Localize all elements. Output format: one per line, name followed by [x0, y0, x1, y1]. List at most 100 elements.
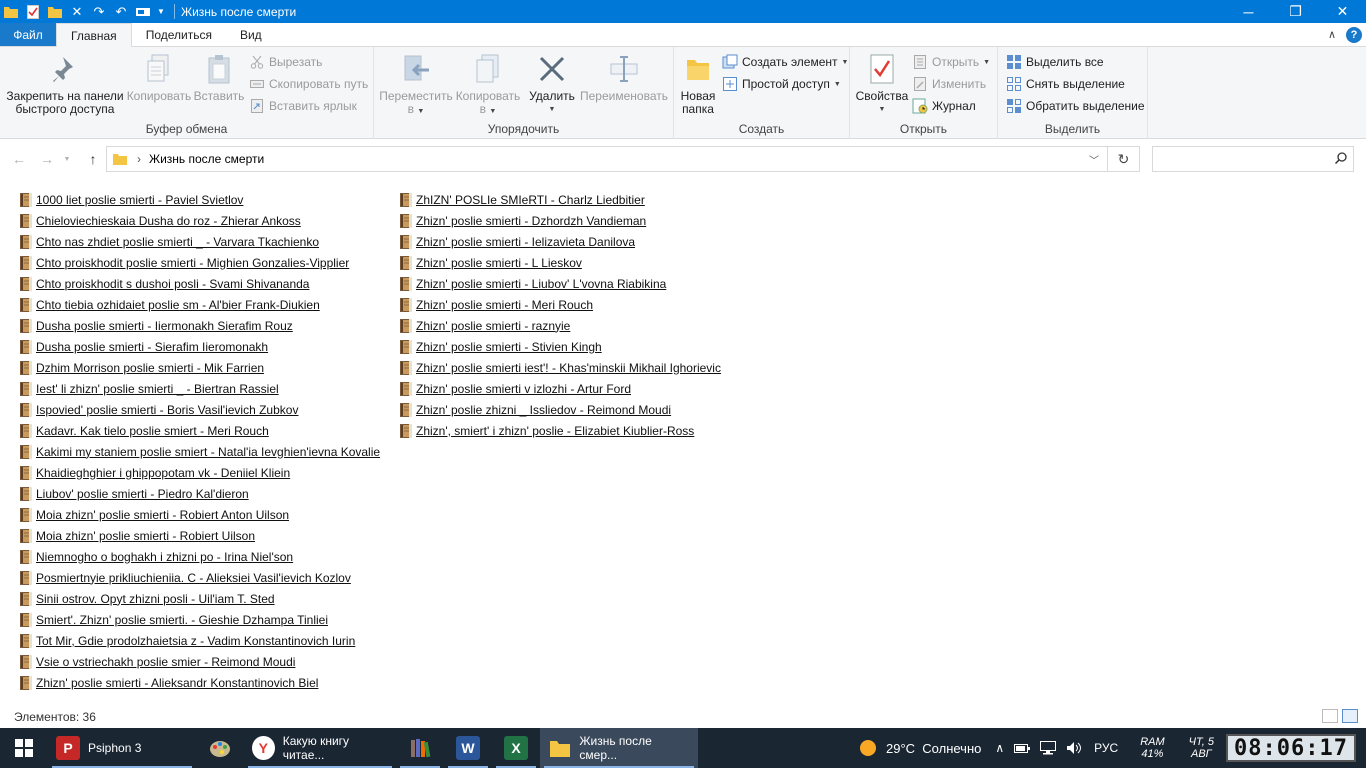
open-button[interactable]: Открыть ▼	[912, 53, 990, 71]
file-item[interactable]: Posmiertnyie prikliuchieniia. C - Alieks…	[18, 567, 380, 588]
file-name[interactable]: Zhizn' poslie smierti - Meri Rouch	[416, 298, 593, 312]
file-name[interactable]: Iest' li zhizn' poslie smierti _ - Biert…	[36, 382, 279, 396]
file-item[interactable]: 1000 liet poslie smierti - Paviel Svietl…	[18, 189, 380, 210]
easy-access-button[interactable]: Простой доступ ▼	[722, 75, 841, 93]
file-item[interactable]: Zhizn' poslie smierti - Stivien Kingh	[398, 336, 721, 357]
file-item[interactable]: Chto proiskhodit poslie smierti - Mighie…	[18, 252, 380, 273]
restore-button[interactable]: ❐	[1272, 0, 1319, 23]
file-item[interactable]: Niemnogho o boghakh i zhizni po - Irina …	[18, 546, 380, 567]
file-item[interactable]: Zhizn' poslie smierti - Meri Rouch	[398, 294, 721, 315]
file-name[interactable]: Khaidieghghier i ghippopotam vk - Deniie…	[36, 466, 290, 480]
file-name[interactable]: Tot Mir, Gdie prodolzhaietsia z - Vadim …	[36, 634, 355, 648]
file-item[interactable]: Iest' li zhizn' poslie smierti _ - Biert…	[18, 378, 380, 399]
properties-icon[interactable]	[22, 0, 44, 23]
weather-widget[interactable]: 29°C Солнечно	[858, 738, 981, 758]
paste-button[interactable]: Вставить	[192, 53, 246, 103]
file-name[interactable]: Posmiertnyie prikliuchieniia. C - Alieks…	[36, 571, 351, 585]
file-name[interactable]: Chto tiebia ozhidaiet poslie sm - Al'bie…	[36, 298, 320, 312]
edit-button[interactable]: Изменить	[912, 75, 986, 93]
file-item[interactable]: Ispovied' poslie smierti - Boris Vasil'i…	[18, 399, 380, 420]
file-item[interactable]: Dzhim Morrison poslie smierti - Mik Farr…	[18, 357, 380, 378]
large-icons-view-icon[interactable]	[1342, 709, 1358, 723]
file-name[interactable]: Zhizn' poslie smierti - Dzhordzh Vandiem…	[416, 214, 646, 228]
redo-icon[interactable]: ↷	[88, 0, 110, 23]
file-item[interactable]: Vsie o vstriechakh poslie smier - Reimon…	[18, 651, 380, 672]
file-item[interactable]: Zhizn' poslie smierti - Ielizavieta Dani…	[398, 231, 721, 252]
rename-button[interactable]: Переименовать	[578, 53, 670, 103]
file-name[interactable]: Zhizn' poslie smierti - Alieksandr Konst…	[36, 676, 318, 690]
file-item[interactable]: Zhizn' poslie smierti v izlozhi - Artur …	[398, 378, 721, 399]
new-folder-button[interactable]: Новая папка	[678, 53, 718, 116]
tab-file[interactable]: Файл	[0, 23, 56, 46]
file-item[interactable]: Tot Mir, Gdie prodolzhaietsia z - Vadim …	[18, 630, 380, 651]
up-arrow-icon[interactable]: ↑	[84, 151, 102, 167]
file-name[interactable]: Chieloviechieskaia Dusha do roz - Zhiera…	[36, 214, 301, 228]
taskbar-yandex[interactable]: Y Какую книгу читае...	[244, 728, 396, 768]
file-name[interactable]: Zhizn' poslie smierti v izlozhi - Artur …	[416, 382, 631, 396]
collapse-ribbon-chevron-icon[interactable]: ∧	[1324, 27, 1340, 43]
digital-clock[interactable]: 08:06:17	[1226, 734, 1356, 762]
file-name[interactable]: Niemnogho o boghakh i zhizni po - Irina …	[36, 550, 293, 564]
file-item[interactable]: Khaidieghghier i ghippopotam vk - Deniie…	[18, 462, 380, 483]
file-item[interactable]: Chto proiskhodit s dushoi posli - Svami …	[18, 273, 380, 294]
select-all-button[interactable]: Выделить все	[1006, 53, 1104, 71]
select-none-button[interactable]: Снять выделение	[1006, 75, 1125, 93]
delete-button[interactable]: Удалить ▼	[528, 53, 576, 116]
address-history-chevron-icon[interactable]: ﹀	[1089, 152, 1099, 167]
file-name[interactable]: Smiert'. Zhizn' poslie smierti. - Gieshi…	[36, 613, 328, 627]
file-name[interactable]: Zhizn' poslie smierti iest'! - Khas'mins…	[416, 361, 721, 375]
file-name[interactable]: Chto proiskhodit poslie smierti - Mighie…	[36, 256, 349, 270]
customize-qat-chevron-icon[interactable]: ▼	[154, 0, 168, 23]
language-indicator[interactable]: РУС	[1094, 741, 1118, 755]
tab-home[interactable]: Главная	[56, 23, 132, 47]
help-icon[interactable]: ?	[1346, 26, 1362, 43]
date-display[interactable]: ЧТ, 5 АВГ	[1189, 736, 1214, 760]
file-item[interactable]: Dusha poslie smierti - Iiermonakh Sieraf…	[18, 315, 380, 336]
file-name[interactable]: Zhizn' poslie smierti - Ielizavieta Dani…	[416, 235, 635, 249]
file-name[interactable]: Dusha poslie smierti - Sierafim Iieromon…	[36, 340, 268, 354]
new-item-button[interactable]: Создать элемент ▼	[722, 53, 848, 71]
file-item[interactable]: Liubov' poslie smierti - Piedro Kal'dier…	[18, 483, 380, 504]
back-arrow-icon[interactable]: ←	[10, 151, 28, 167]
close-button[interactable]: ✕	[1319, 0, 1366, 23]
copy-path-button[interactable]: Скопировать путь	[249, 75, 368, 93]
cut-button[interactable]: Вырезать	[249, 53, 322, 71]
search-input[interactable]	[1152, 146, 1354, 172]
file-name[interactable]: Liubov' poslie smierti - Piedro Kal'dier…	[36, 487, 249, 501]
file-name[interactable]: ZhIZN' POSLIe SMIeRTI - Charlz Liedbitie…	[416, 193, 645, 207]
network-icon[interactable]	[1040, 741, 1057, 755]
file-item[interactable]: ZhIZN' POSLIe SMIeRTI - Charlz Liedbitie…	[398, 189, 721, 210]
file-item[interactable]: Zhizn' poslie smierti - raznyie	[398, 315, 721, 336]
minimize-button[interactable]: ─	[1225, 0, 1272, 23]
paste-shortcut-button[interactable]: Вставить ярлык	[249, 97, 357, 115]
new-folder-icon[interactable]	[44, 0, 66, 23]
show-hidden-icons-chevron-icon[interactable]: ∧	[995, 741, 1004, 755]
properties-button[interactable]: Свойства ▼	[854, 53, 910, 116]
file-item[interactable]: Chto tiebia ozhidaiet poslie sm - Al'bie…	[18, 294, 380, 315]
file-name[interactable]: Sinii ostrov. Opyt zhizni posli - Uil'ia…	[36, 592, 275, 606]
file-name[interactable]: Moia zhizn' poslie smierti - Robiert Ant…	[36, 508, 289, 522]
file-name[interactable]: Dzhim Morrison poslie smierti - Mik Farr…	[36, 361, 264, 375]
search-icon[interactable]	[1334, 151, 1347, 167]
undo-icon[interactable]: ↶	[110, 0, 132, 23]
taskbar-word[interactable]: W	[444, 728, 492, 768]
file-name[interactable]: Ispovied' poslie smierti - Boris Vasil'i…	[36, 403, 298, 417]
file-name[interactable]: Moia zhizn' poslie smierti - Robiert Uil…	[36, 529, 255, 543]
file-item[interactable]: Chieloviechieskaia Dusha do roz - Zhiera…	[18, 210, 380, 231]
file-item[interactable]: Zhizn' poslie smierti iest'! - Khas'mins…	[398, 357, 721, 378]
forward-arrow-icon[interactable]: →	[38, 151, 56, 167]
address-path[interactable]: Жизнь после смерти	[149, 152, 264, 166]
file-name[interactable]: 1000 liet poslie smierti - Paviel Svietl…	[36, 193, 243, 207]
rename-icon[interactable]	[132, 0, 154, 23]
taskbar-excel[interactable]: X	[492, 728, 540, 768]
details-view-icon[interactable]	[1322, 709, 1338, 723]
file-item[interactable]: Sinii ostrov. Opyt zhizni posli - Uil'ia…	[18, 588, 380, 609]
file-name[interactable]: Chto proiskhodit s dushoi posli - Svami …	[36, 277, 309, 291]
file-name[interactable]: Zhizn' poslie smierti - L Lieskov	[416, 256, 582, 270]
recent-locations-chevron-icon[interactable]: ▼	[62, 151, 72, 167]
file-item[interactable]: Kakimi my staniem poslie smiert - Natal'…	[18, 441, 380, 462]
taskbar-paint[interactable]	[196, 728, 244, 768]
file-name[interactable]: Dusha poslie smierti - Iiermonakh Sieraf…	[36, 319, 293, 333]
file-name[interactable]: Vsie o vstriechakh poslie smier - Reimon…	[36, 655, 295, 669]
windows-start-icon[interactable]	[0, 728, 48, 768]
